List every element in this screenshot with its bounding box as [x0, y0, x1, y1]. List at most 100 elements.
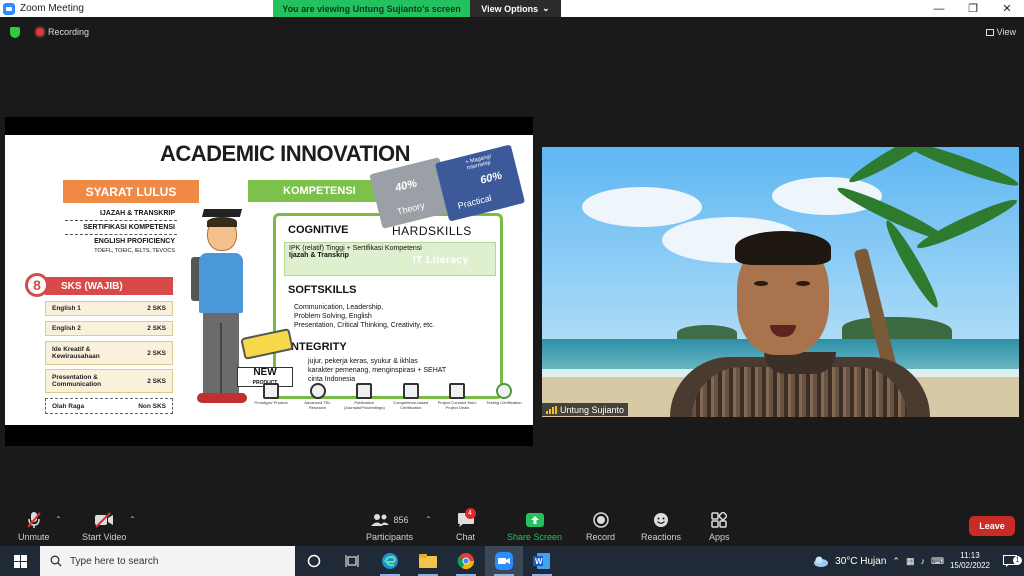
participants-label: Participants [366, 532, 414, 542]
integrity-heading: INTEGRITY [288, 341, 347, 353]
unmute-label: Unmute [18, 532, 50, 542]
prototype-icon [263, 383, 279, 399]
output-caption: Project Contract MoU, Project Deals [437, 400, 478, 410]
zoom-app[interactable] [485, 546, 523, 576]
chrome-app[interactable] [447, 546, 485, 576]
magang-label: + Magang/ Internship [464, 153, 492, 172]
search-placeholder: Type here to search [70, 555, 159, 567]
shirt-collar [764, 352, 836, 374]
edge-app[interactable] [371, 546, 409, 576]
slide-title: ACADEMIC INNOVATION [160, 141, 411, 166]
course-name: Presentation & Communication [52, 374, 102, 388]
chevron-down-icon: ⌄ [542, 3, 550, 13]
share-screen-button[interactable]: Share Screen [507, 511, 562, 542]
word-app[interactable]: W [523, 546, 561, 576]
participants-options-chevron-icon[interactable]: ⌃ [425, 515, 432, 524]
journal-icon [356, 383, 373, 399]
student-hair [207, 217, 237, 227]
participants-button[interactable]: 856 Participants [366, 511, 413, 542]
close-icon[interactable]: ✕ [990, 0, 1024, 17]
cortana-button[interactable] [295, 546, 333, 576]
start-button[interactable] [0, 546, 40, 576]
student-shoes [197, 393, 247, 403]
chevron-up-icon[interactable]: ⌃ [892, 556, 900, 567]
course-sks: 2 SKS [147, 349, 166, 357]
theory-label: Theory [395, 200, 426, 217]
english-tests: TOEFL, TOEIC, IELTS, TEVOCS [94, 248, 175, 254]
softskills-heading: SOFTSKILLS [288, 284, 357, 296]
zoom-window: Zoom Meeting — ❐ ✕ You are viewing Untun… [0, 0, 1024, 576]
sks-number-badge: 8 [25, 273, 49, 297]
apps-button[interactable]: Apps [709, 511, 730, 542]
integrity-line: karakter pemenang, menginspirasi + SEHAT [308, 367, 447, 374]
clock[interactable]: 11:13 15/02/2022 [950, 551, 990, 571]
chat-icon: 4 [457, 508, 476, 529]
shared-slide: ACADEMIC INNOVATION SYARAT LULUS IJAZAH … [5, 135, 533, 425]
participant-video[interactable] [542, 147, 1019, 417]
unmute-button[interactable]: Unmute [18, 511, 50, 542]
taskbar-search-box[interactable]: Type here to search [40, 546, 295, 576]
file-explorer-app[interactable] [409, 546, 447, 576]
system-tray: 30°C Hujan ⌃ ▦ ♪ ⌨ 11:13 15/02/2022 1 [813, 546, 1024, 576]
view-button[interactable]: View [985, 25, 1016, 39]
practical-label: Practical [456, 192, 493, 211]
course-sks: 2 SKS [147, 305, 166, 312]
video-off-icon [94, 511, 114, 529]
language-icon[interactable]: ⌨ [931, 556, 944, 567]
meeting-toolbar: Unmute ⌃ Start Video ⌃ 856 Participants … [0, 505, 1024, 546]
reactions-button[interactable]: Reactions [641, 511, 681, 542]
softskills-text: Communication, Leadership, Problem Solvi… [294, 303, 435, 330]
participant-count: 856 [393, 515, 409, 525]
network-icon[interactable]: ▦ [906, 556, 915, 567]
cognitive-heading: COGNITIVE [288, 224, 349, 236]
window-title: Zoom Meeting [20, 3, 84, 14]
share-banner: You are viewing Untung Sujianto's screen… [273, 0, 561, 17]
testing-seal-icon [495, 383, 512, 399]
output-caption: Prototype/ Product [254, 400, 288, 405]
output-item: Project Contract MoU, Project Deals [436, 383, 478, 425]
folder-icon [419, 554, 437, 568]
magnifier-icon [309, 383, 326, 399]
hardskills-heading: HARDSKILLS [392, 224, 472, 238]
output-caption: Publication (Journals/Proceedings) [343, 400, 385, 410]
task-view-button[interactable] [333, 546, 371, 576]
minimize-icon[interactable]: — [922, 0, 956, 17]
new-text: NEW [253, 367, 277, 378]
maximize-icon[interactable]: ❐ [956, 0, 990, 17]
audio-options-chevron-icon[interactable]: ⌃ [55, 515, 62, 524]
view-options-button[interactable]: View Options ⌄ [470, 0, 561, 17]
output-item: Prototype/ Product [250, 383, 292, 425]
course-sks: 2 SKS [147, 377, 166, 385]
encryption-shield-icon[interactable] [10, 27, 20, 38]
chat-button[interactable]: 4 Chat [456, 508, 476, 542]
certificate-icon [402, 383, 419, 399]
it-literacy-label: IT Literacy [413, 255, 469, 266]
windows-taskbar: Type here to search W 30°C Hujan ⌃ ▦ ♪ ⌨… [0, 546, 1024, 576]
view-label: View [996, 27, 1016, 37]
student-torso [199, 253, 243, 313]
syarat-lulus-banner: SYARAT LULUS [63, 180, 199, 203]
weather-text[interactable]: 30°C Hujan [835, 556, 886, 567]
softskills-line: Problem Solving, English [294, 313, 372, 320]
notification-count: 1 [1013, 556, 1022, 565]
course-row: Ide Kreatif & Kewirausahaan 2 SKS [45, 341, 173, 365]
video-options-chevron-icon[interactable]: ⌃ [129, 515, 136, 524]
share-screen-icon [525, 511, 544, 529]
signal-bars-icon [546, 405, 557, 414]
window-controls: — ❐ ✕ [922, 0, 1024, 17]
theory-percent: 40% [394, 177, 419, 195]
speaker-icon[interactable]: ♪ [920, 556, 925, 566]
clock-date: 15/02/2022 [949, 561, 990, 570]
chat-label: Chat [456, 532, 476, 542]
output-caption: Advanced TRL Research [304, 400, 331, 410]
sks-banner: SKS (WAJIB) [45, 277, 173, 295]
leave-button[interactable]: Leave [969, 516, 1015, 536]
chat-unread-badge: 4 [464, 508, 476, 519]
weather-cloud-icon [814, 556, 829, 567]
recording-label[interactable]: Recording [48, 27, 89, 37]
start-video-button[interactable]: Start Video [82, 511, 126, 542]
course-row: English 2 2 SKS [45, 321, 173, 336]
notification-center-button[interactable]: 1 [996, 555, 1024, 567]
record-button[interactable]: Record [586, 511, 615, 542]
integrity-text: jujur, pekerja keras, syukur & ikhlas ka… [308, 357, 446, 384]
